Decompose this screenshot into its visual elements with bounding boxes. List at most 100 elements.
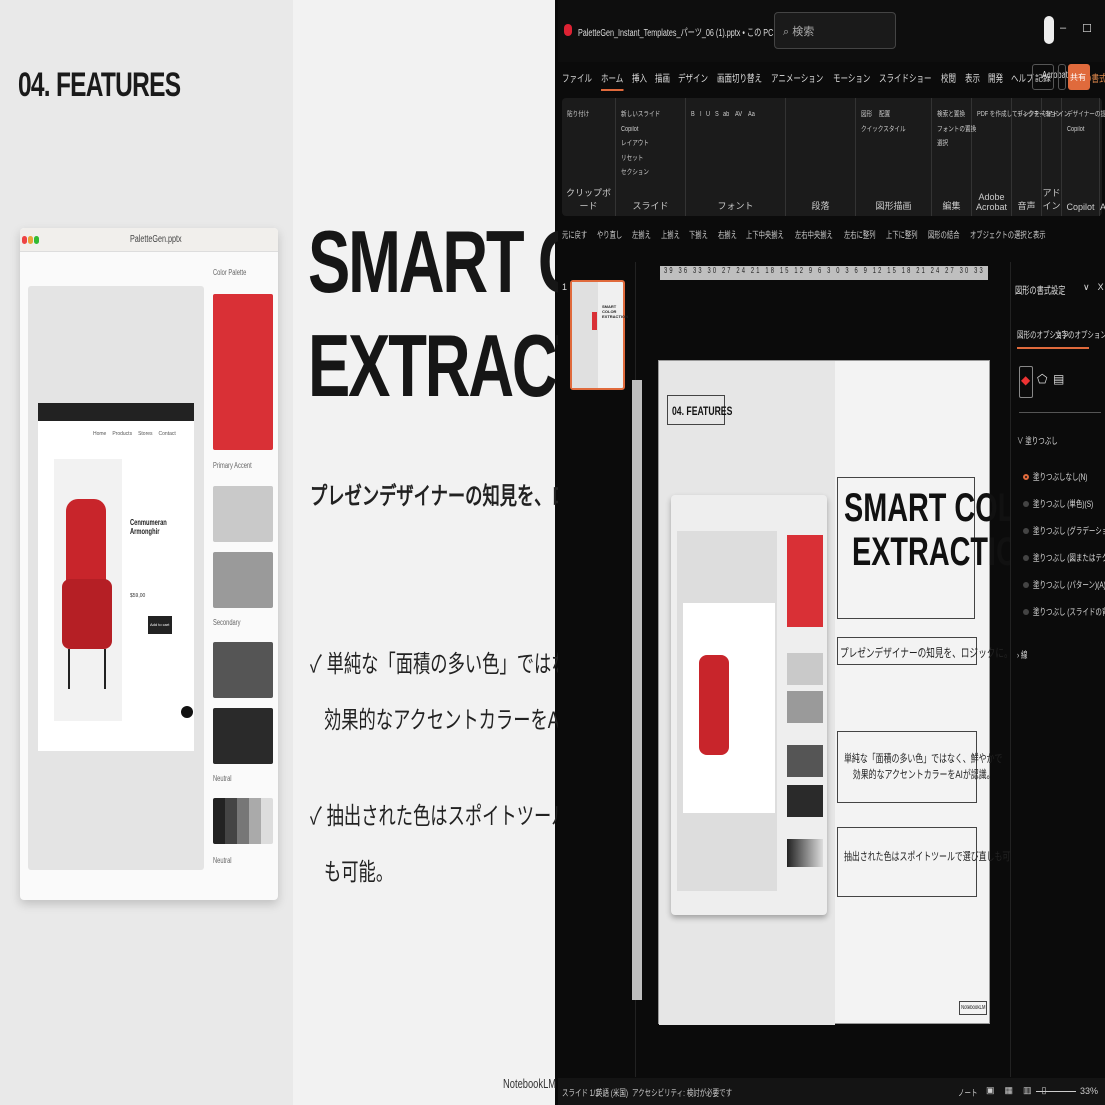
ribbon-button[interactable]: 検索と置換: [937, 110, 965, 121]
reading-view-icon[interactable]: ▥: [1023, 1085, 1032, 1096]
fill-option-radio[interactable]: 塗りつぶし (単色)(S): [1023, 497, 1105, 510]
edit-slide-canvas[interactable]: 04. FEATURES SMART COLOR EXTRACTION プレゼン…: [658, 360, 1058, 1025]
ribbon-button[interactable]: ab: [723, 110, 729, 121]
fill-option-radio[interactable]: 塗りつぶし (グラデーション)(G): [1023, 524, 1105, 537]
record-button[interactable]: 記録: [1032, 64, 1054, 90]
branding-textbox[interactable]: NotebookLM: [959, 1001, 987, 1015]
status-language[interactable]: 英語 (米国): [596, 1086, 628, 1099]
ribbon-group-label: Adobe: [1100, 202, 1105, 212]
vertical-ruler[interactable]: [632, 380, 642, 1000]
zoom-slider[interactable]: [1036, 1091, 1076, 1092]
bullet-2-textbox[interactable]: 抽出された色はスポイトツールで選び直しも可能。: [837, 827, 1026, 897]
ribbon-button[interactable]: 配置: [879, 110, 890, 121]
mockup-image[interactable]: [671, 495, 827, 915]
tab-8[interactable]: スライドショー: [879, 70, 932, 91]
maximize-button[interactable]: ☐: [1082, 22, 1092, 35]
fill-option-radio[interactable]: 塗りつぶしなし(N): [1023, 470, 1105, 483]
ribbon-button[interactable]: AV: [735, 110, 742, 121]
product-name: Cenmumeran Armonghir: [130, 518, 167, 536]
effects-icon[interactable]: ⬠: [1037, 372, 1047, 386]
size-properties-icon[interactable]: ▤: [1053, 372, 1064, 386]
qat-button[interactable]: 右揃え: [718, 228, 737, 241]
pane-options-icon[interactable]: ∨: [1083, 282, 1090, 293]
tab-9[interactable]: 校閲: [941, 70, 956, 91]
ribbon-button[interactable]: リセット: [621, 154, 643, 165]
qat-button[interactable]: オブジェクトの選択と表示: [970, 228, 1046, 241]
ribbon-button[interactable]: 図形: [861, 110, 872, 121]
fill-option-radio[interactable]: 塗りつぶし (パターン)(A): [1023, 578, 1105, 591]
fill-option-radio[interactable]: 塗りつぶし (図またはテクスチャ)(P): [1023, 551, 1105, 564]
subtitle-textbox[interactable]: プレゼンデザイナーの知見を、ロジックに。: [837, 637, 1013, 665]
ribbon-button[interactable]: S: [715, 110, 719, 121]
tab-1[interactable]: ホーム: [600, 70, 624, 91]
close-dot-icon: [22, 236, 27, 244]
mockup-title: PaletteGen.pptx: [130, 234, 182, 245]
ribbon-button[interactable]: 貼り付け: [567, 110, 589, 121]
qat-button[interactable]: 左右中央揃え: [795, 228, 833, 241]
tab-5[interactable]: 画面切り替え: [717, 70, 762, 91]
tab-text-options[interactable]: 文字のオプション: [1055, 328, 1105, 341]
fill-option-radio[interactable]: 塗りつぶし (スライドの背景)(B): [1023, 605, 1105, 618]
minimize-button[interactable]: –: [1060, 22, 1066, 35]
zoom-level[interactable]: 33%: [1080, 1086, 1098, 1096]
qat-button[interactable]: 上下に整列: [886, 228, 918, 241]
qat-button[interactable]: 上下中央揃え: [746, 228, 784, 241]
tab-11[interactable]: 開発: [988, 70, 1003, 91]
tab-12[interactable]: ヘルプ: [1011, 70, 1034, 91]
qat-button[interactable]: やり直し: [597, 228, 622, 241]
section-line[interactable]: › 線: [1017, 648, 1032, 661]
bullet-1-textbox[interactable]: 単純な「面積の多い色」ではなく、鮮やかで 効果的なアクセントカラーをAIが認識。: [837, 731, 1002, 803]
tab-0[interactable]: ファイル: [562, 70, 592, 91]
notes-button[interactable]: ノート: [958, 1086, 985, 1099]
ribbon-button[interactable]: Aa: [748, 110, 755, 121]
ribbon-button[interactable]: 選択: [937, 139, 948, 150]
ribbon-button[interactable]: U: [706, 110, 710, 121]
slide-thumbnail-1[interactable]: SMART COLOR EXTRACTION: [570, 280, 628, 390]
section-fill[interactable]: ∨ 塗りつぶし: [1017, 434, 1074, 447]
ribbon-group-label: クリップボード: [565, 188, 611, 211]
tab-10[interactable]: 表示: [965, 70, 980, 91]
tab-6[interactable]: アニメーション: [771, 70, 823, 91]
qat-button[interactable]: 元に戻す: [562, 228, 587, 241]
ribbon-button[interactable]: フォントの置換: [937, 125, 976, 136]
status-accessibility[interactable]: アクセシビリティ: 検討が必要です: [632, 1086, 732, 1099]
share-button[interactable]: 共有: [1068, 64, 1090, 90]
search-icon: ⌕: [783, 26, 793, 38]
ribbon-button[interactable]: クイックスタイル: [861, 125, 906, 136]
qat-button[interactable]: 図形の結合: [928, 228, 960, 241]
pane-close-button[interactable]: X: [1098, 282, 1104, 293]
search-input[interactable]: ⌕ 検索: [774, 12, 896, 49]
ribbon-button[interactable]: I: [700, 110, 702, 121]
fill-line-icon[interactable]: ◆: [1019, 366, 1033, 398]
slide-sorter-icon[interactable]: ▦: [1005, 1085, 1014, 1096]
qat-button[interactable]: 上揃え: [661, 228, 680, 241]
tab-4[interactable]: デザイン: [678, 70, 708, 91]
tab-3[interactable]: 描画: [655, 70, 670, 91]
ribbon-button[interactable]: B: [691, 110, 695, 121]
ribbon-group-label: アドイン: [1042, 188, 1061, 211]
normal-view-icon[interactable]: ▣: [986, 1085, 995, 1096]
palette-title: Color Palette: [213, 268, 247, 277]
heading-textbox[interactable]: 04. FEATURES: [667, 395, 732, 425]
avatar[interactable]: [1044, 16, 1054, 44]
ribbon-button[interactable]: Copilot: [1067, 125, 1084, 136]
ribbon-button[interactable]: 新しいスライド: [621, 110, 660, 121]
app-mockup-window: PaletteGen.pptx Home Products Stores Contac…: [20, 228, 278, 900]
ribbon-button[interactable]: レイアウト: [621, 139, 649, 150]
title-textbox[interactable]: SMART COLOR EXTRACTION: [837, 477, 1058, 619]
label-neutral-2: Neutral: [213, 856, 232, 865]
present-button[interactable]: [1058, 64, 1066, 90]
label-primary-accent: Primary Accent: [213, 461, 252, 470]
tab-2[interactable]: 挿入: [632, 70, 647, 91]
ribbon-button[interactable]: Copilot: [621, 125, 638, 136]
qat-button[interactable]: 左揃え: [632, 228, 651, 241]
qat-button[interactable]: 下揃え: [689, 228, 708, 241]
ribbon-button[interactable]: セクション: [621, 168, 649, 179]
quick-access-toolbar: 元に戻す やり直し 左揃え 上揃え 下揃え 右揃え 上下中央揃え 左右中央揃え 左右に整列 上下に…: [562, 228, 1051, 241]
slide-preview: 04. FEATURES SMART COLOR EXTRACTION プレゼン…: [0, 0, 758, 1105]
ribbon-group-2: B I U Sab AV Aa フォント: [686, 98, 786, 216]
tab-7[interactable]: モーション: [833, 70, 870, 91]
ribbon-group-label: 図形描画: [875, 201, 912, 211]
horizontal-ruler[interactable]: 39 36 33 30 27 24 21 18 15 12 9 6 3 0 3 …: [660, 266, 988, 280]
qat-button[interactable]: 左右に整列: [844, 228, 876, 241]
